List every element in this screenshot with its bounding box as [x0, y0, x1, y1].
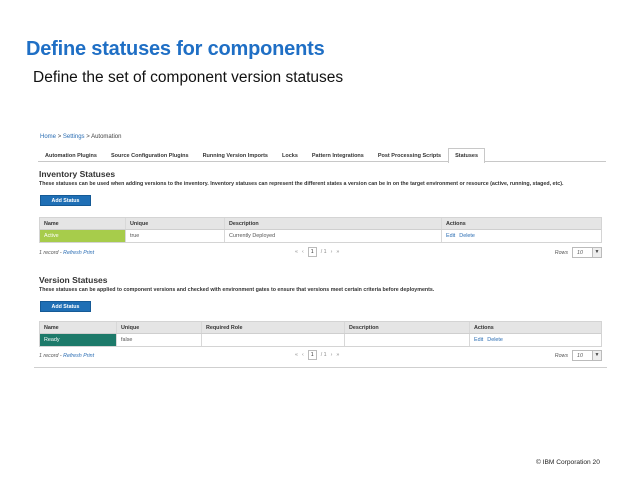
- inventory-pagination: 1 record - Refresh Print « ‹ 1 / 1 › » R…: [39, 247, 602, 259]
- unique-cell: false: [117, 334, 202, 346]
- page-navigation: « ‹ 1 / 1 › »: [295, 350, 339, 360]
- breadcrumb-separator: >: [57, 134, 62, 140]
- tab-pattern-integrations[interactable]: Pattern Integrations: [305, 148, 371, 162]
- tab-running-version-imports[interactable]: Running Version Imports: [196, 148, 275, 162]
- next-page-icon[interactable]: ›: [331, 249, 333, 255]
- table-header: Name Unique Required Role Description Ac…: [40, 322, 601, 334]
- print-link[interactable]: Print: [83, 250, 94, 256]
- app-screenshot: Home > Settings > Automation Automation …: [34, 128, 607, 368]
- page-number-input[interactable]: 1: [307, 247, 317, 257]
- tab-source-configuration-plugins[interactable]: Source Configuration Plugins: [104, 148, 196, 162]
- tab-automation-plugins[interactable]: Automation Plugins: [38, 148, 104, 162]
- column-header-name[interactable]: Name: [40, 322, 117, 333]
- rows-select[interactable]: 10 ▼: [572, 247, 602, 258]
- rows-label: Rows: [554, 352, 568, 359]
- slide-title: Define statuses for components: [26, 38, 325, 60]
- edit-link[interactable]: Edit: [446, 233, 455, 239]
- first-page-icon[interactable]: «: [295, 249, 298, 255]
- page-number-input[interactable]: 1: [307, 350, 317, 360]
- version-pagination: 1 record - Refresh Print « ‹ 1 / 1 › » R…: [39, 350, 602, 362]
- chevron-down-icon: ▼: [592, 351, 601, 360]
- actions-cell: Edit Delete: [442, 230, 601, 242]
- page-total: / 1: [320, 249, 327, 255]
- inventory-statuses-table: Name Unique Description Actions Active t…: [39, 217, 602, 243]
- inventory-section-title: Inventory Statuses: [39, 169, 116, 179]
- print-link[interactable]: Print: [83, 353, 94, 359]
- last-page-icon[interactable]: »: [336, 249, 339, 255]
- slide-subtitle: Define the set of component version stat…: [33, 69, 344, 86]
- breadcrumb-separator: >: [86, 134, 90, 140]
- column-header-unique[interactable]: Unique: [126, 218, 225, 229]
- refresh-link[interactable]: Refresh: [63, 250, 82, 256]
- page-total: / 1: [320, 352, 327, 358]
- status-name-cell: Active: [40, 230, 126, 242]
- breadcrumb-home[interactable]: Home: [40, 134, 56, 140]
- rows-per-page: Rows 10 ▼: [555, 247, 602, 258]
- description-cell: Currently Deployed: [225, 230, 442, 242]
- status-name-cell: Ready: [40, 334, 117, 346]
- version-section-description: These statuses can be applied to compone…: [39, 287, 435, 293]
- tab-post-processing-scripts[interactable]: Post Processing Scripts: [371, 148, 448, 162]
- copyright-footer: © IBM Corporation 20: [536, 459, 600, 466]
- page-navigation: « ‹ 1 / 1 › »: [295, 247, 339, 257]
- prev-page-icon[interactable]: ‹: [302, 249, 304, 255]
- breadcrumb-current: Automation: [91, 134, 122, 140]
- delete-link[interactable]: Delete: [459, 233, 475, 239]
- column-header-description[interactable]: Description: [225, 218, 442, 229]
- tab-statuses[interactable]: Statuses: [448, 148, 486, 163]
- breadcrumb: Home > Settings > Automation: [40, 134, 121, 140]
- breadcrumb-settings[interactable]: Settings: [63, 134, 85, 140]
- table-row[interactable]: Ready false Edit Delete: [40, 334, 601, 346]
- delete-link[interactable]: Delete: [487, 337, 503, 343]
- rows-label: Rows: [554, 249, 568, 256]
- inventory-section-description: These statuses can be used when adding v…: [39, 181, 564, 187]
- record-count: 1 record - Refresh Print: [39, 250, 95, 256]
- description-cell: [345, 334, 470, 346]
- required-role-cell: [202, 334, 345, 346]
- table-row[interactable]: Active true Currently Deployed Edit Delet…: [40, 230, 601, 242]
- column-header-required-role[interactable]: Required Role: [202, 322, 345, 333]
- refresh-link[interactable]: Refresh: [63, 353, 82, 359]
- rows-per-page: Rows 10 ▼: [555, 350, 602, 361]
- tab-bar: Automation Plugins Source Configuration …: [38, 148, 606, 163]
- add-inventory-status-button[interactable]: Add Status: [40, 195, 91, 206]
- next-page-icon[interactable]: ›: [331, 352, 333, 358]
- column-header-description[interactable]: Description: [345, 322, 470, 333]
- unique-cell: true: [126, 230, 225, 242]
- column-header-unique[interactable]: Unique: [117, 322, 202, 333]
- actions-cell: Edit Delete: [470, 334, 601, 346]
- tab-locks[interactable]: Locks: [275, 148, 305, 162]
- column-header-actions: Actions: [446, 221, 466, 227]
- first-page-icon[interactable]: «: [295, 352, 298, 358]
- prev-page-icon[interactable]: ‹: [302, 352, 304, 358]
- add-version-status-button[interactable]: Add Status: [40, 301, 91, 312]
- version-section-title: Version Statuses: [39, 275, 108, 285]
- column-header-actions: Actions: [474, 325, 494, 331]
- record-count: 1 record - Refresh Print: [39, 353, 95, 359]
- last-page-icon[interactable]: »: [336, 352, 339, 358]
- edit-link[interactable]: Edit: [474, 337, 483, 343]
- column-header-name[interactable]: Name: [40, 218, 126, 229]
- table-header: Name Unique Description Actions: [40, 218, 601, 230]
- rows-select[interactable]: 10 ▼: [572, 350, 602, 361]
- version-statuses-table: Name Unique Required Role Description Ac…: [39, 321, 602, 347]
- chevron-down-icon: ▼: [592, 248, 601, 257]
